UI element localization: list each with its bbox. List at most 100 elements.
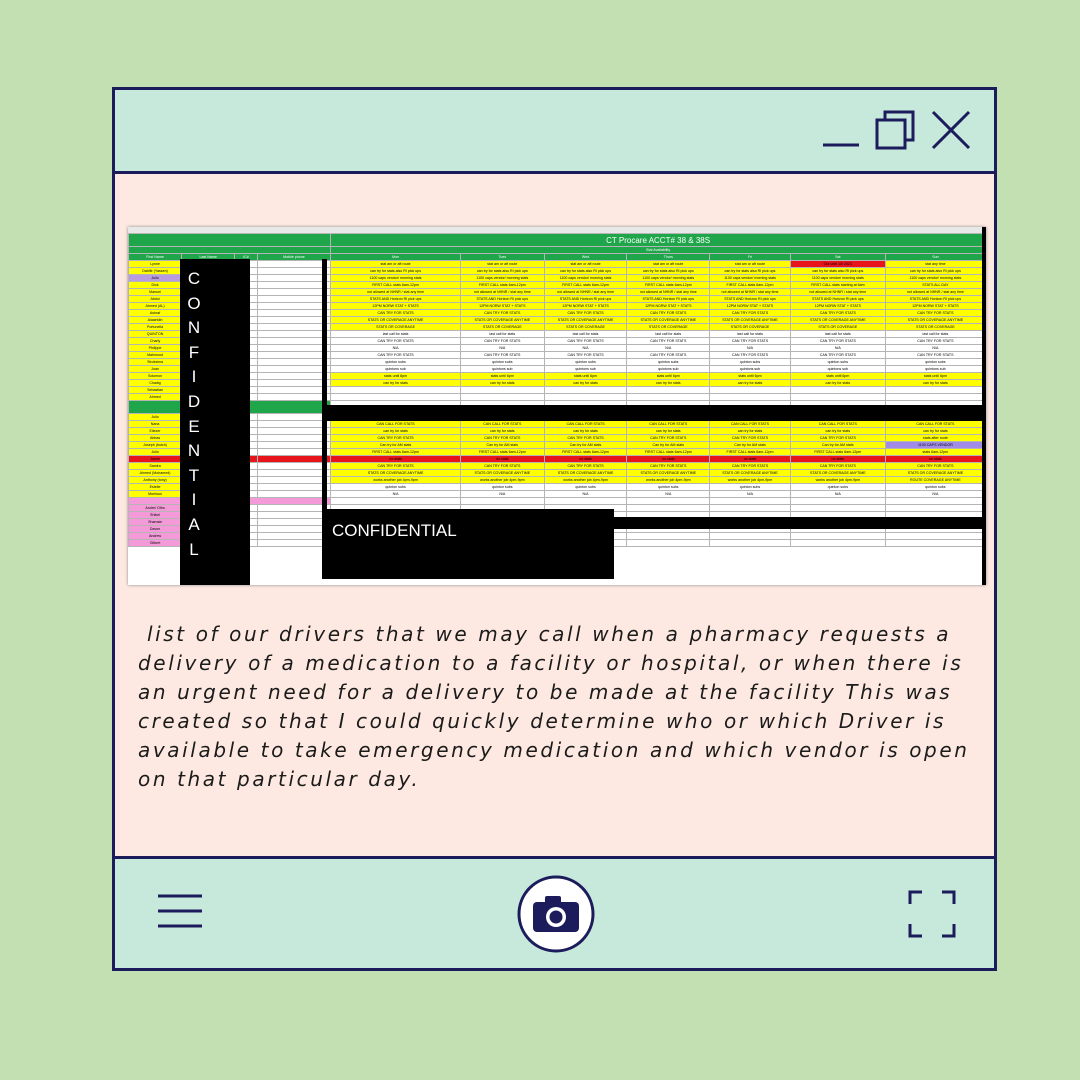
cell [128,233,332,247]
availability-cell: CAN CALL FOR STATS [789,420,886,428]
phone-cell [256,316,332,324]
availability-cell: CAN TRY FOR STATS [459,309,545,317]
availability-cell: quinton subs [543,483,628,491]
availability-cell: not allowed at NHNR / stat any time [626,288,711,296]
availability-cell [459,393,545,401]
redaction-strip [322,259,327,509]
availability-cell: can try for stats [626,379,711,387]
availability-cell: CAN TRY FOR STATS [884,309,986,317]
availability-cell: can try for stats [626,427,711,435]
availability-cell: STATS OR COVERAGE ANYTIME [543,316,628,324]
availability-cell: can try for stats [884,379,986,387]
close-icon[interactable] [929,108,973,154]
availability-cell: STATS OR COVERAGE ANYTIME [459,316,545,324]
availability-cell: N/A [884,344,986,352]
availability-cell: quintons sub [789,365,886,373]
availability-cell [884,539,986,547]
availability-cell: FIRST CALL stats 6am-12pm [626,281,711,289]
phone-cell [256,323,332,331]
availability-cell: CAN TRY FOR STATS [884,351,986,359]
phone-cell [256,351,332,359]
vertical-letter: E [188,416,200,436]
availability-cell: stat am or aft route [543,260,628,268]
availability-cell: can try for stats [459,427,545,435]
driver-row: Portunella STATS OR COVERAGE STATS OR COVE… [128,323,986,331]
availability-cell: works another job 4pm-9pm [330,476,461,484]
availability-cell: stats until 6pm [884,372,986,380]
driver-row: Eliezer can try for stats can try for stat… [128,427,986,435]
availability-cell: 12PM NORW STAT + STATS [459,302,545,310]
availability-cell: no stats [709,455,791,463]
first-name-cell: Stroksima [128,358,183,366]
cell [884,497,986,505]
confidential-label: CONFIDENTIAL [332,521,457,540]
day-header: Tues [459,253,545,261]
driver-row: Julio 1100 caps vendor/ morning stats 1100… [128,274,986,282]
availability-cell: can try for stats also RI pick ups [789,267,886,275]
restore-icon[interactable] [873,108,917,154]
availability-cell: FIRST CALL stats 6am-12pm [789,448,886,456]
availability-cell: quintons sub [330,365,461,373]
availability-cell: quinton subs [884,358,986,366]
minimize-icon[interactable] [819,108,863,154]
availability-cell: 1100 caps vendor/ morning stats [459,274,545,282]
availability-cell: CAN TRY FOR STATS [789,337,886,345]
availability-cell: can try for stats [330,427,461,435]
availability-cell: CAN TRY FOR STATS [626,337,711,345]
availability-cell: 1100 caps vendor/ morning stats [884,274,986,282]
availability-cell: last call for stats [789,330,886,338]
camera-button[interactable] [516,874,596,954]
availability-cell: Can try for AM stats [459,441,545,449]
availability-cell: STATS OR COVERAGE ANYTIME [459,469,545,477]
phone-cell [256,344,332,352]
vertical-letter: A [188,514,200,534]
vertical-letter: I [191,490,197,510]
availability-cell: no stats [789,455,886,463]
cell [330,497,461,505]
availability-cell: CAN TRY FOR STATS [543,351,628,359]
availability-cell: CAN TRY FOR STATS [626,351,711,359]
fullscreen-icon[interactable] [908,890,956,938]
phone-cell [256,393,332,401]
phone-cell [256,490,332,498]
availability-cell: CAN TRY FOR STATS [789,351,886,359]
first-name-cell: Estelle [128,483,183,491]
phone-cell [256,427,332,435]
phone-cell [256,267,332,275]
first-name-cell: Mahmoud [128,351,183,359]
driver-row: Stroksima quinton subs quinton subs quinton… [128,358,986,366]
availability-cell: FIRST CALL stats 6am-12pm [330,281,461,289]
availability-cell: FIRST CALL stats starting at 6am [789,281,886,289]
availability-cell: can try for stats [789,379,886,387]
first-name-cell: Abdul [128,295,183,303]
availability-cell: STATS OR COVERAGE ANYTIME [884,316,986,324]
header-row: First Name Last Name IC# Mobile phone Mon Tue… [128,253,986,261]
availability-cell: FIRST CALL stats 6am-12pm [709,448,791,456]
availability-cell: can try for stats also RI pick ups [543,267,628,275]
availability-cell: FIRST CALL stats 6am-12pm [709,281,791,289]
availability-cell: CAN TRY FOR STATS [330,351,461,359]
first-name-cell: Andre/ Otho [128,504,183,512]
first-name-cell: Dick [128,281,183,289]
availability-cell: CAN TRY FOR STATS [330,462,461,470]
availability-cell: works another job 4pm-9pm [789,476,886,484]
driver-row: Abdul STATS AND Horizon RI pick ups STATS … [128,295,986,303]
availability-cell: FIRST CALL stats 6am-12pm [543,448,628,456]
availability-cell: stats after route [884,434,986,442]
availability-cell: 12PM NORW STAT + STATS [709,302,791,310]
phone-cell [256,434,332,442]
availability-cell: can try for stats also RI pick ups [626,267,711,275]
driver-row: Joseph (butch) Can try for AM stats Can tr… [128,441,986,449]
availability-cell: no stats [543,455,628,463]
driver-row: Abbas CAN TRY FOR STATS CAN TRY FOR STATS C… [128,434,986,442]
availability-cell: can try for stats [459,379,545,387]
hamburger-menu-icon[interactable] [156,892,204,930]
description-caption: list of our drivers that we may call whe… [138,622,979,791]
availability-cell: CAN TRY FOR STATS [626,434,711,442]
availability-cell: quinton subs [459,483,545,491]
availability-cell: quinton subs [709,358,791,366]
availability-cell: STATS OR COVERAGE [709,323,791,331]
first-name-cell: Shibel [128,511,183,519]
sheet-title: CT Procare ACCT# 38 & 38S [330,233,986,247]
subtitle-row: Stat Availability [128,246,986,254]
